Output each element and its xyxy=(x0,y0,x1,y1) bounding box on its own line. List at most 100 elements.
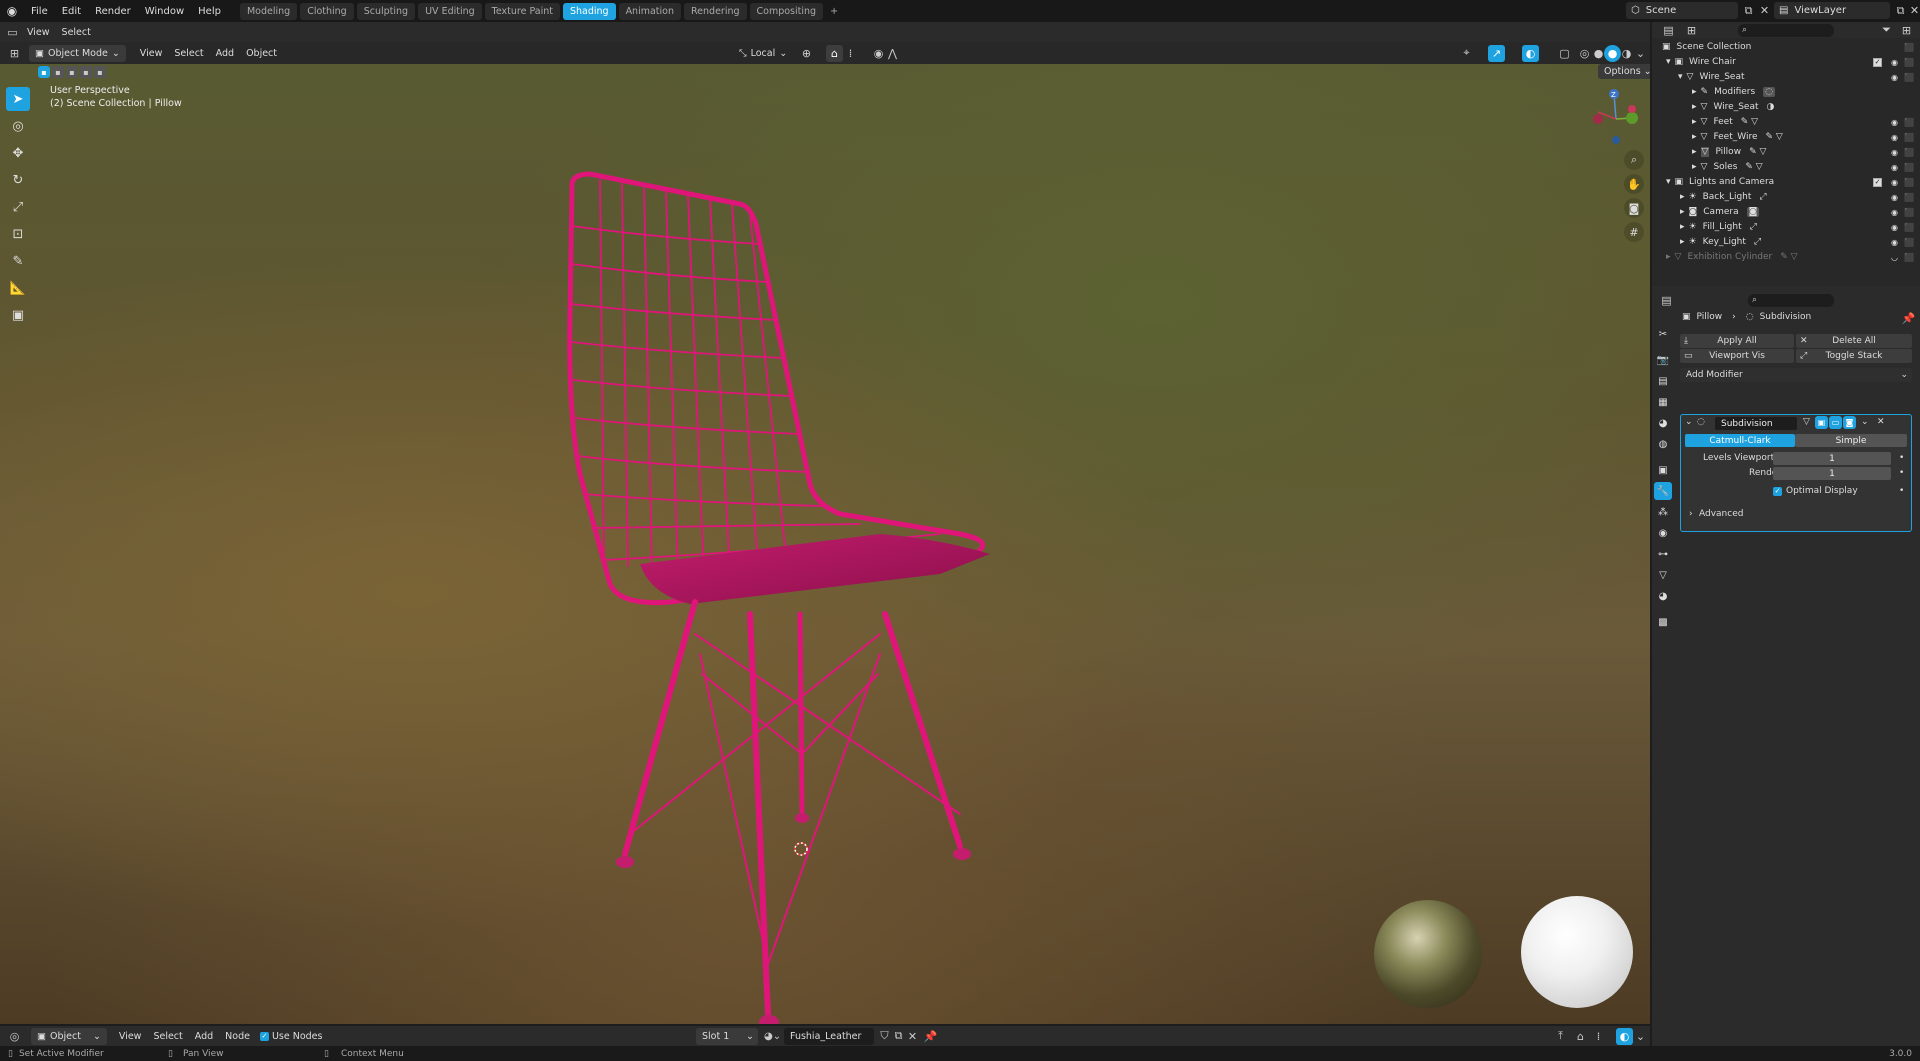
select-box-icon[interactable]: ➤ xyxy=(6,87,30,111)
checkbox-icon[interactable]: ✓ xyxy=(1873,177,1882,187)
close-icon[interactable]: ✕ xyxy=(904,1028,921,1045)
constraints-tab-icon[interactable]: ⊶ xyxy=(1654,545,1672,563)
levels-viewport-field[interactable]: 1 xyxy=(1773,452,1891,465)
eye-icon[interactable]: ◉ xyxy=(1891,208,1898,217)
measure-tool-icon[interactable]: 📐 xyxy=(6,276,30,300)
outliner-row[interactable]: ▸ ☀ Back_Light ⤢ ◉ ⬛ xyxy=(1652,190,1920,204)
menu-select[interactable]: Select xyxy=(56,24,97,41)
snap-icon[interactable]: ⌂ xyxy=(826,44,843,62)
expand-arrow-icon[interactable]: ▾ xyxy=(1666,57,1671,67)
camera-icon[interactable]: ⬛ xyxy=(1904,73,1914,82)
move-tool-icon[interactable]: ✥ xyxy=(6,141,30,165)
eye-icon[interactable]: ◉ xyxy=(1891,193,1898,202)
select-extend-icon[interactable]: ▪ xyxy=(52,66,64,78)
expand-arrow-icon[interactable]: ▸ xyxy=(1680,207,1685,217)
camera-icon[interactable]: ⬛ xyxy=(1904,178,1914,187)
tab-rendering[interactable]: Rendering xyxy=(684,2,747,20)
object-tab-icon[interactable]: ▣ xyxy=(1654,461,1672,479)
tab-modeling[interactable]: Modeling xyxy=(239,2,298,20)
shader-type-dropdown[interactable]: ▣ Object ⌄ xyxy=(31,1027,107,1045)
tab-compositing[interactable]: Compositing xyxy=(749,2,824,20)
x-axis-icon[interactable] xyxy=(1628,105,1636,113)
y-axis-icon[interactable] xyxy=(1626,112,1638,124)
outliner-row[interactable]: ▾ ▽ Wire_Seat ◉ ⬛ xyxy=(1652,70,1920,84)
menu-select[interactable]: Select xyxy=(147,1028,188,1045)
tab-uv-editing[interactable]: UV Editing xyxy=(418,2,482,20)
scale-tool-icon[interactable]: ⤢ xyxy=(6,195,30,219)
chevron-right-icon[interactable]: › xyxy=(1689,509,1693,519)
neg-x-axis-icon[interactable] xyxy=(1593,114,1603,124)
menu-render[interactable]: Render xyxy=(88,6,138,17)
options-dropdown[interactable]: Options ⌄ xyxy=(1598,64,1650,79)
grid-toggle-icon[interactable]: # xyxy=(1624,222,1644,242)
view-layer-tab-icon[interactable]: ▦ xyxy=(1654,393,1672,411)
use-nodes-checkbox[interactable]: ✓ xyxy=(259,1031,269,1041)
eye-icon[interactable]: ◉ xyxy=(1891,133,1898,142)
properties-search-input[interactable]: ⌕ xyxy=(1748,293,1834,307)
outliner-row[interactable]: ▸ ▽ Feet_Wire ✎ ▽ ◉ ⬛ xyxy=(1652,130,1920,144)
camera-icon[interactable]: ⬛ xyxy=(1904,208,1914,217)
tool-tab-icon[interactable]: ✂ xyxy=(1654,325,1672,343)
camera-icon[interactable]: ⬛ xyxy=(1904,238,1914,247)
eye-icon[interactable]: ◉ xyxy=(1891,238,1898,247)
eye-icon[interactable]: ◉ xyxy=(1891,58,1898,67)
snap-icon[interactable]: ⌂ xyxy=(1572,1028,1589,1045)
falloff-icon[interactable]: ⋀ xyxy=(884,45,901,62)
expand-arrow-icon[interactable]: ▾ xyxy=(1666,177,1671,187)
snap-target-icon[interactable]: ⁞ xyxy=(842,45,859,62)
expand-arrow-icon[interactable]: ▸ xyxy=(1666,252,1671,262)
rotate-tool-icon[interactable]: ↻ xyxy=(6,168,30,192)
pan-icon[interactable]: ✋ xyxy=(1624,174,1644,194)
eye-icon[interactable]: ◉ xyxy=(1891,148,1898,157)
navigation-gizmo[interactable]: Z xyxy=(1586,84,1648,154)
catmull-clark-toggle[interactable]: Catmull-Clark xyxy=(1685,434,1795,447)
modifier-tab-icon[interactable]: 🔧 xyxy=(1654,482,1672,500)
3d-cursor-icon[interactable] xyxy=(793,841,809,857)
eye-hidden-icon[interactable]: ◡ xyxy=(1891,253,1898,262)
outliner-row[interactable]: ▸ ☀ Key_Light ⤢ ◉ ⬛ xyxy=(1652,235,1920,249)
camera-icon[interactable]: ⬛ xyxy=(1904,133,1914,142)
new-scene-icon[interactable]: ⧉ xyxy=(1740,2,1757,19)
wire-chair[interactable] xyxy=(560,114,1030,1024)
data-tab-icon[interactable]: ▽ xyxy=(1654,566,1672,584)
pillow-cushion[interactable] xyxy=(640,534,990,604)
camera-icon[interactable]: ⬛ xyxy=(1904,223,1914,232)
outliner-row[interactable]: ▸ ▽ Wire_Seat ◑ xyxy=(1652,100,1920,114)
keyframe-dot-icon[interactable]: • xyxy=(1899,453,1904,463)
expand-arrow-icon[interactable]: ▸ xyxy=(1680,237,1685,247)
show-render-icon[interactable]: ◙ xyxy=(1843,416,1856,429)
add-workspace-icon[interactable]: + xyxy=(826,6,842,17)
expand-arrow-icon[interactable]: ▸ xyxy=(1680,192,1685,202)
view-layer-selector[interactable]: ▤ ViewLayer xyxy=(1774,2,1890,19)
outliner-search-input[interactable]: ⌕ xyxy=(1738,23,1834,37)
expand-arrow-icon[interactable]: ▸ xyxy=(1692,102,1697,112)
menu-edit[interactable]: Edit xyxy=(55,6,88,17)
tab-sculpting[interactable]: Sculpting xyxy=(356,2,416,20)
cursor-tool-icon[interactable]: ◎ xyxy=(6,114,30,138)
advanced-subpanel[interactable]: Advanced xyxy=(1699,509,1743,519)
eye-icon[interactable]: ◉ xyxy=(1891,178,1898,187)
editor-type-icon[interactable]: ▤ xyxy=(1660,22,1677,39)
remove-view-layer-icon[interactable]: ✕ xyxy=(1906,2,1920,19)
menu-select[interactable]: Select xyxy=(168,45,209,62)
toggle-stack-button[interactable]: ⤢ Toggle Stack xyxy=(1796,349,1912,363)
expand-arrow-icon[interactable]: ▸ xyxy=(1692,117,1697,127)
xray-icon[interactable]: ▢ xyxy=(1556,45,1573,62)
render-tab-icon[interactable]: 📷 xyxy=(1654,351,1672,369)
material-browse-icon[interactable]: ◕⌄ xyxy=(764,1031,781,1042)
overlays-toggle-icon[interactable]: ◐ xyxy=(1522,44,1539,62)
snap-target-icon[interactable]: ⁞ xyxy=(1590,1028,1607,1045)
chevron-down-icon[interactable]: ⌄ xyxy=(1861,417,1869,427)
slot-dropdown[interactable]: Slot 1 ⌄ xyxy=(696,1027,758,1045)
menu-help[interactable]: Help xyxy=(191,6,228,17)
pin-icon[interactable]: 📌 xyxy=(1900,310,1917,327)
select-invert-icon[interactable]: ▪ xyxy=(80,66,92,78)
camera-icon[interactable]: ⬛ xyxy=(1904,163,1914,172)
camera-icon[interactable]: ⬛ xyxy=(1904,118,1914,127)
camera-icon[interactable]: ⬛ xyxy=(1904,253,1914,262)
parent-node-tree-icon[interactable]: ⤒ xyxy=(1552,1028,1569,1045)
on-cage-icon[interactable]: ▣ xyxy=(1815,416,1828,429)
transform-tool-icon[interactable]: ⊡ xyxy=(6,222,30,246)
add-cube-tool-icon[interactable]: ▣ xyxy=(6,303,30,327)
material-name-field[interactable]: Fushia_Leather xyxy=(784,1027,874,1045)
